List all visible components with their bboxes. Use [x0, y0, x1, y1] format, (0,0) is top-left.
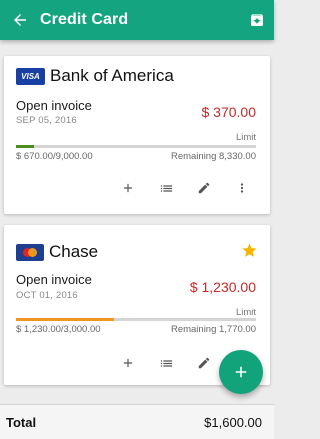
used-amount: $ 1,230.00/3,000.00 [16, 324, 101, 335]
more-options-button[interactable] [230, 176, 254, 200]
mastercard-logo [16, 243, 44, 261]
total-label: Total [6, 414, 37, 430]
add-card-fab[interactable] [219, 350, 263, 394]
visa-logo: VISA [16, 67, 45, 85]
add-transaction-button[interactable] [116, 176, 140, 200]
invoice-date: OCT 01, 2016 [16, 290, 78, 301]
more-vert-icon [240, 183, 244, 193]
back-button[interactable] [0, 0, 40, 40]
limit-progress-bar [16, 318, 256, 321]
page-title: Credit Card [40, 11, 129, 28]
bank-name: Bank of America [50, 66, 174, 85]
archive-icon [251, 14, 263, 26]
edit-icon [198, 182, 210, 194]
credit-card-bank-of-america[interactable]: VISA Bank of America Open invoice SEP 05… [4, 56, 270, 214]
total-value: $1,600.00 [204, 414, 262, 430]
edit-card-button[interactable] [192, 351, 216, 375]
invoice-label: Open invoice [16, 98, 92, 113]
card-actions [116, 351, 216, 375]
star-icon [242, 243, 257, 257]
invoice-amount: $ 1,230.00 [189, 279, 256, 295]
list-transactions-button[interactable] [154, 176, 178, 200]
limit-label: Limit [235, 307, 256, 318]
arrow-back-icon [14, 14, 26, 26]
remaining-amount: Remaining 8,330.00 [170, 151, 256, 162]
add-icon [235, 366, 247, 378]
edit-card-button[interactable] [192, 176, 216, 200]
limit-progress-fill [16, 318, 115, 321]
list-icon [160, 359, 172, 367]
archive-button[interactable] [246, 9, 268, 31]
add-icon [123, 358, 133, 368]
invoice-amount: $ 370.00 [201, 104, 257, 120]
limit-progress-fill [16, 145, 34, 148]
favorite-button[interactable] [241, 242, 258, 264]
used-amount: $ 670.00/9,000.00 [16, 151, 93, 162]
invoice-label: Open invoice [16, 272, 92, 287]
bank-name: Chase [49, 242, 99, 261]
total-footer: Total $1,600.00 [0, 404, 274, 439]
add-transaction-button[interactable] [116, 351, 140, 375]
app-bar: Credit Card [0, 0, 274, 40]
list-icon [160, 184, 172, 192]
invoice-date: SEP 05, 2016 [16, 115, 77, 126]
edit-icon [198, 357, 210, 369]
remaining-amount: Remaining 1,770.00 [170, 324, 256, 335]
list-transactions-button[interactable] [154, 351, 178, 375]
limit-progress-bar [16, 145, 256, 148]
bank-header: Chase [16, 242, 98, 262]
card-actions [116, 176, 254, 200]
limit-label: Limit [235, 132, 256, 143]
bank-header: VISA Bank of America [16, 66, 174, 86]
add-icon [123, 183, 133, 193]
